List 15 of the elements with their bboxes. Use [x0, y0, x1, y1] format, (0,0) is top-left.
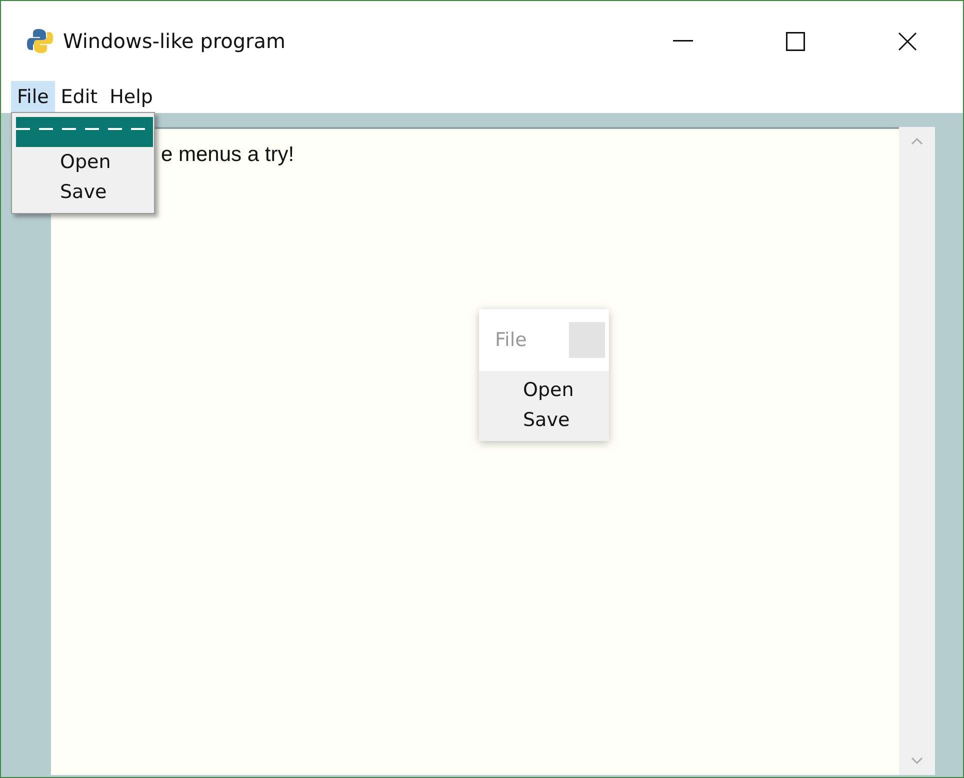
- menu-item[interactable]: Open: [479, 375, 609, 405]
- menu-item[interactable]: Help: [104, 81, 159, 113]
- menu-item[interactable]: Save: [479, 405, 609, 435]
- window-title: Windows-like program: [63, 29, 287, 53]
- maximize-icon: [786, 32, 804, 50]
- close-icon: [898, 32, 916, 50]
- menu-item[interactable]: File: [11, 81, 55, 113]
- menu-item[interactable]: Edit: [54, 81, 104, 113]
- popup-title: File: [495, 329, 527, 351]
- scroll-down-icon[interactable]: [911, 757, 923, 765]
- scroll-up-icon[interactable]: [911, 137, 923, 145]
- popup-close-button[interactable]: [569, 322, 605, 358]
- python-logo-icon: [27, 28, 53, 54]
- minimize-icon: [673, 40, 693, 42]
- scrollbar[interactable]: [899, 127, 935, 775]
